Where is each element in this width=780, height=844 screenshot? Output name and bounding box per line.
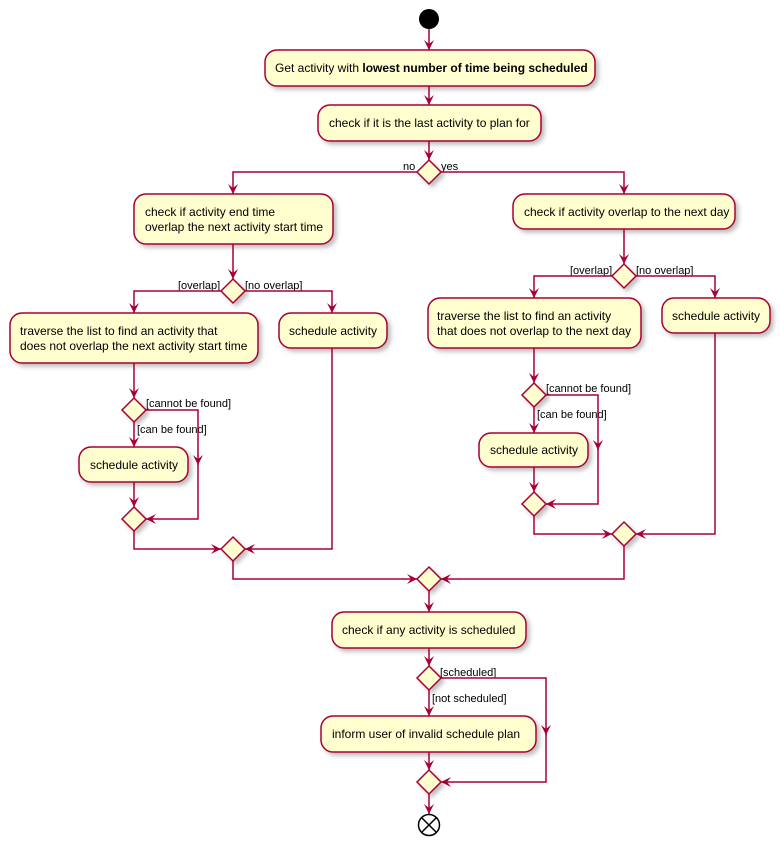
activity-label-line: does not overlap the next activity start… [20, 339, 248, 353]
guard-not-scheduled: [not scheduled] [432, 693, 507, 705]
merge-main [415, 565, 443, 593]
activity-label-line: check if activity end time [145, 205, 275, 219]
merge-final [415, 768, 443, 796]
activity-label-line: traverse the list to find an activity th… [20, 324, 218, 338]
decision-last-activity [415, 158, 443, 186]
activity-label-line: that does not overlap to the next day [437, 324, 631, 338]
guard-scheduled: [scheduled] [440, 667, 496, 679]
flow-arrow [441, 171, 629, 194]
activity-label: check if any activity is scheduled [342, 623, 515, 637]
activity-label: check if activity overlap to the next da… [524, 205, 729, 219]
activity-label: schedule activity [490, 443, 578, 457]
flow-arrow [133, 531, 221, 554]
activity-label: schedule activity [90, 458, 178, 472]
guard-can-be-found: [can be found] [537, 409, 607, 421]
activity-check-last-label: check if it is the last activity to plan… [329, 116, 530, 130]
activity-label: schedule activity [672, 309, 760, 323]
merge-left-inner [120, 505, 148, 533]
flow-arrow [245, 290, 337, 313]
flow-arrow [636, 275, 720, 298]
activity-check-end-overlap [133, 193, 334, 245]
flow-arrow [129, 290, 221, 313]
guard-yes: yes [441, 161, 459, 173]
merge-left [219, 535, 247, 563]
decision-left-found [120, 396, 148, 424]
flow-arrow [441, 546, 625, 584]
guard-overlap: [overlap] [178, 280, 220, 292]
end-node [417, 813, 441, 837]
activity-label-line: overlap the next activity start time [145, 220, 323, 234]
flow-arrow [533, 516, 612, 539]
activity-label: inform user of invalid schedule plan [332, 727, 520, 741]
merge-right-inner [520, 490, 548, 518]
activity-traverse-right [427, 297, 642, 349]
guard-cannot-be-found: [cannot be found] [546, 383, 631, 395]
activity-traverse-left [9, 312, 259, 364]
activity-label-line: traverse the list to find an activity [437, 309, 611, 323]
merge-right [610, 520, 638, 548]
guard-no-overlap: [no overlap] [636, 265, 693, 277]
activity-label: schedule activity [289, 324, 377, 338]
guard-overlap: [overlap] [570, 265, 612, 277]
decision-next-day-overlap [610, 262, 638, 290]
start-node [419, 9, 439, 29]
decision-end-overlap [219, 277, 247, 305]
flow-arrow [636, 333, 716, 539]
guard-no-overlap: [no overlap] [245, 280, 302, 292]
flow-arrow [228, 171, 417, 194]
flow-arrow [232, 561, 417, 584]
flow-arrow [245, 348, 333, 554]
guard-can-be-found: [can be found] [137, 424, 207, 436]
activity-diagram: Get activity with lowest number of time … [9, 9, 771, 837]
guard-cannot-be-found: [cannot be found] [146, 398, 231, 410]
activity-get-activity-label: Get activity with lowest number of time … [275, 61, 588, 75]
flow-arrow [529, 275, 612, 298]
decision-right-found [520, 381, 548, 409]
decision-scheduled [415, 664, 443, 692]
guard-no: no [403, 161, 415, 173]
